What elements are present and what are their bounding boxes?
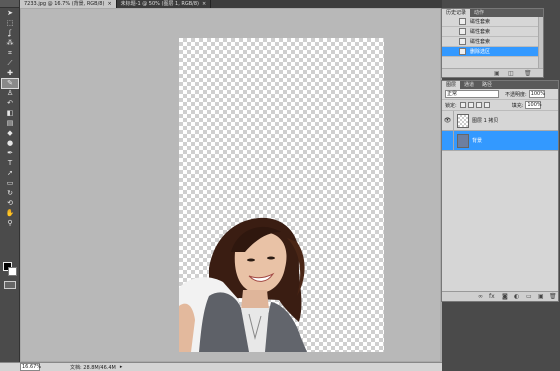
history-footer: ▣ ◫ 🗑 [442, 68, 543, 77]
history-scrollbar[interactable] [538, 17, 543, 70]
new-snapshot-icon[interactable]: ▣ [494, 70, 500, 77]
document-tab-7233[interactable]: 7233.jpg @ 16.7% (背景, RGB/8) × [20, 0, 117, 8]
delete-selection-icon [459, 48, 466, 55]
tab-history[interactable]: 历史记录 [442, 9, 471, 17]
lock-all-icon[interactable] [483, 102, 490, 108]
eye-icon[interactable]: 👁 [442, 110, 454, 131]
link-layers-icon[interactable]: ∞ [478, 293, 483, 300]
history-panel: 历史记录 动作 磁性套索 磁性套索 磁性套索 删除选区 ▣ ◫ 🗑 [441, 8, 544, 78]
magnetic-lasso-icon [459, 18, 466, 25]
layer-thumbnail [457, 133, 469, 148]
eyedropper-tool-icon[interactable]: ⟋ [2, 59, 18, 68]
crop-tool-icon[interactable]: ⌗ [2, 49, 18, 58]
history-panel-tabs: 历史记录 动作 [442, 9, 543, 17]
layers-panel: 图层 通道 路径 正常 不透明度: 100% 锁定: 填充: 100% 👁 图层… [441, 80, 559, 302]
dodge-tool-icon[interactable]: ● [2, 139, 18, 148]
lasso-tool-icon[interactable]: ʆ [2, 29, 18, 38]
pen-tool-icon[interactable]: ✒ [2, 149, 18, 158]
opacity-label: 不透明度: [505, 91, 527, 98]
eye-icon[interactable] [442, 130, 454, 151]
canvas-workspace[interactable] [21, 9, 440, 361]
clone-stamp-tool-icon[interactable]: ♙ [2, 89, 18, 98]
lock-image-icon[interactable] [467, 102, 474, 108]
tab-layers[interactable]: 图层 [442, 81, 461, 89]
path-selection-tool-icon[interactable]: ➚ [2, 169, 18, 178]
document-tab-untitled[interactable]: 未标题-1 @ 50% (图层 1, RGB/8) × [117, 0, 212, 8]
tab-paths[interactable]: 路径 [478, 81, 496, 89]
3d-orbit-tool-icon[interactable]: ⟲ [2, 199, 18, 208]
lock-transparent-icon[interactable] [459, 102, 466, 108]
close-tab-icon[interactable]: × [107, 1, 111, 7]
magic-wand-tool-icon[interactable]: ⁂ [2, 39, 18, 48]
brush-tool-icon[interactable]: ✎ [1, 78, 19, 89]
tool-list: ➤ ⬚ ʆ ⁂ ⌗ ⟋ ✚ ✎ ♙ ↶ ◧ ▤ ◆ ● ✒ T ➚ ▭ ↻ ⟲ ✋ ⚲ [0, 9, 19, 228]
layers-footer: ∞ fx ◙ ◐ ▭ ▣ 🗑 [442, 291, 558, 301]
adjustment-layer-icon[interactable]: ◐ [514, 293, 519, 300]
history-brush-tool-icon[interactable]: ↶ [2, 99, 18, 108]
lock-fill-row: 锁定: 填充: 100% [442, 100, 558, 111]
fill-field[interactable]: 100% [525, 101, 542, 109]
layer-name: 背景 [472, 138, 483, 144]
document-size-info: 文档: 28.8M/46.4M [70, 364, 116, 371]
add-mask-icon[interactable]: ◙ [502, 293, 508, 300]
fill-label: 填充: [511, 102, 524, 109]
layer-thumbnail [457, 113, 469, 128]
history-item[interactable]: 磁性套索 [442, 17, 543, 27]
history-item-label: 磁性套索 [470, 19, 491, 25]
layer-name: 图层 1 拷贝 [472, 118, 499, 124]
document-tab-label: 未标题-1 @ 50% (图层 1, RGB/8) [120, 1, 200, 7]
zoom-tool-icon[interactable]: ⚲ [2, 219, 18, 228]
history-item[interactable]: 磁性套索 [442, 27, 543, 37]
document-tab-label: 7233.jpg @ 16.7% (背景, RGB/8) [24, 1, 105, 7]
gradient-tool-icon[interactable]: ▤ [2, 119, 18, 128]
history-item-label: 磁性套索 [470, 29, 491, 35]
new-document-from-state-icon[interactable]: ◫ [508, 70, 514, 77]
close-tab-icon[interactable]: × [202, 1, 206, 7]
3d-rotate-tool-icon[interactable]: ↻ [2, 189, 18, 198]
lock-position-icon[interactable] [475, 102, 482, 108]
marquee-tool-icon[interactable]: ⬚ [2, 19, 18, 28]
trash-icon[interactable]: 🗑 [549, 293, 557, 300]
shape-tool-icon[interactable]: ▭ [2, 179, 18, 188]
layer-row-selected[interactable]: 背景 [442, 130, 558, 151]
document-tab-bar: 7233.jpg @ 16.7% (背景, RGB/8) × 未标题-1 @ 50… [20, 0, 442, 8]
history-item[interactable]: 磁性套索 [442, 37, 543, 47]
layer-row[interactable]: 👁 图层 1 拷贝 [442, 110, 558, 131]
new-layer-icon[interactable]: ▣ [538, 293, 544, 300]
tools-panel: ➤ ⬚ ʆ ⁂ ⌗ ⟋ ✚ ✎ ♙ ↶ ◧ ▤ ◆ ● ✒ T ➚ ▭ ↻ ⟲ ✋ ⚲ [0, 0, 20, 371]
blend-opacity-row: 正常 不透明度: 100% [442, 89, 558, 100]
layers-panel-tabs: 图层 通道 路径 [442, 81, 558, 89]
zoom-level-field[interactable]: 16.67% [20, 363, 41, 371]
magnetic-lasso-icon [459, 38, 466, 45]
toolbar-grip[interactable] [0, 0, 19, 8]
eraser-tool-icon[interactable]: ◧ [2, 109, 18, 118]
lock-label: 锁定: [445, 102, 457, 109]
girl-photo-cutout [179, 217, 307, 352]
tab-channels[interactable]: 通道 [460, 81, 478, 89]
healing-brush-tool-icon[interactable]: ✚ [2, 69, 18, 78]
tab-actions[interactable]: 动作 [470, 9, 488, 17]
new-group-icon[interactable]: ▭ [526, 293, 532, 300]
background-color-swatch[interactable] [8, 267, 17, 276]
blur-tool-icon[interactable]: ◆ [2, 129, 18, 138]
hand-tool-icon[interactable]: ✋ [2, 209, 18, 218]
move-tool-icon[interactable]: ➤ [2, 9, 18, 18]
trash-icon[interactable]: 🗑 [524, 70, 532, 77]
document-canvas[interactable] [179, 38, 384, 352]
status-menu-arrow-icon[interactable]: ▸ [120, 364, 123, 370]
history-item-label: 删除选区 [470, 49, 491, 55]
opacity-field[interactable]: 100% [528, 90, 545, 98]
status-bar: 16.67% 文档: 28.8M/46.4M ▸ [0, 362, 442, 371]
history-item-label: 磁性套索 [470, 39, 491, 45]
layer-style-icon[interactable]: fx [489, 293, 495, 300]
type-tool-icon[interactable]: T [2, 159, 18, 168]
blend-mode-select[interactable]: 正常 [445, 90, 499, 98]
magnetic-lasso-icon [459, 28, 466, 35]
history-item-selected[interactable]: 删除选区 [442, 47, 543, 57]
quick-mask-button[interactable] [4, 281, 16, 289]
